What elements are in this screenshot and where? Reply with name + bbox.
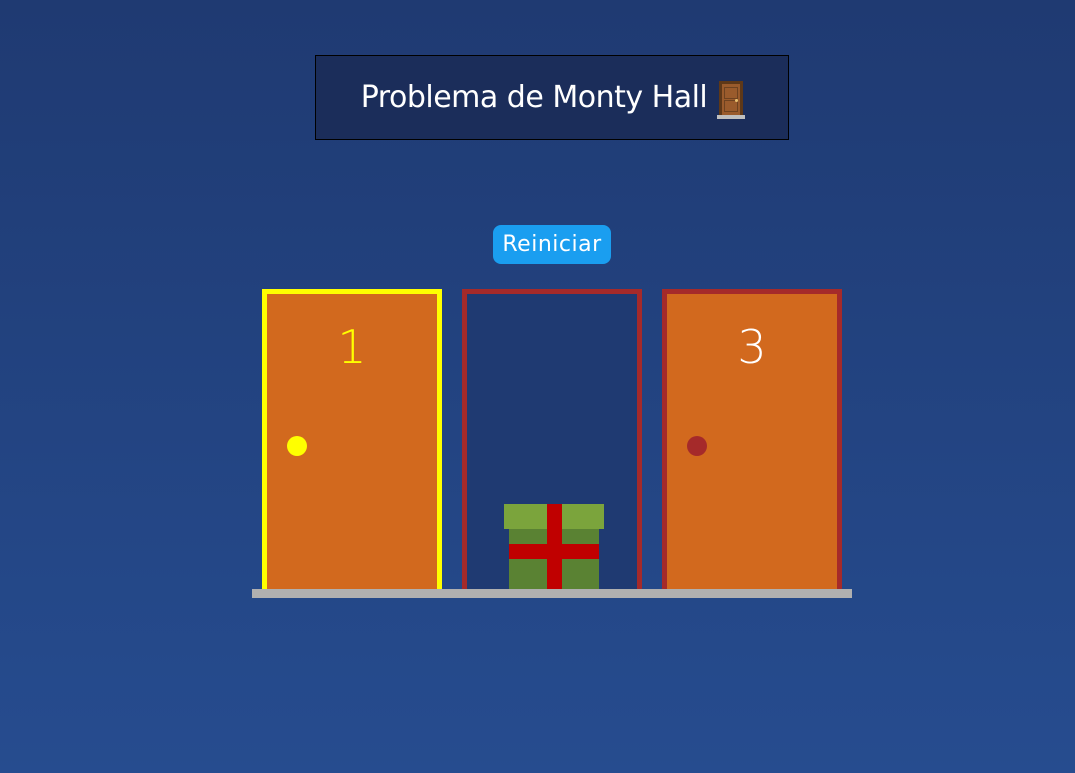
door-icon — [717, 80, 746, 119]
title-banner: Problema de Monty Hall — [315, 55, 789, 140]
door-number: 1 — [337, 320, 367, 374]
gift-icon — [504, 504, 604, 589]
door-knob — [687, 436, 707, 456]
page-title: Problema de Monty Hall — [360, 80, 746, 119]
reset-button[interactable]: Reiniciar — [493, 225, 611, 264]
door-2-open — [462, 289, 642, 589]
door-knob — [287, 436, 307, 456]
floor — [252, 589, 852, 598]
door-number: 3 — [737, 320, 767, 374]
door-1[interactable]: 1 — [262, 289, 442, 589]
page-title-text: Problema de Monty Hall — [360, 80, 708, 115]
door-3[interactable]: 3 — [662, 289, 842, 589]
